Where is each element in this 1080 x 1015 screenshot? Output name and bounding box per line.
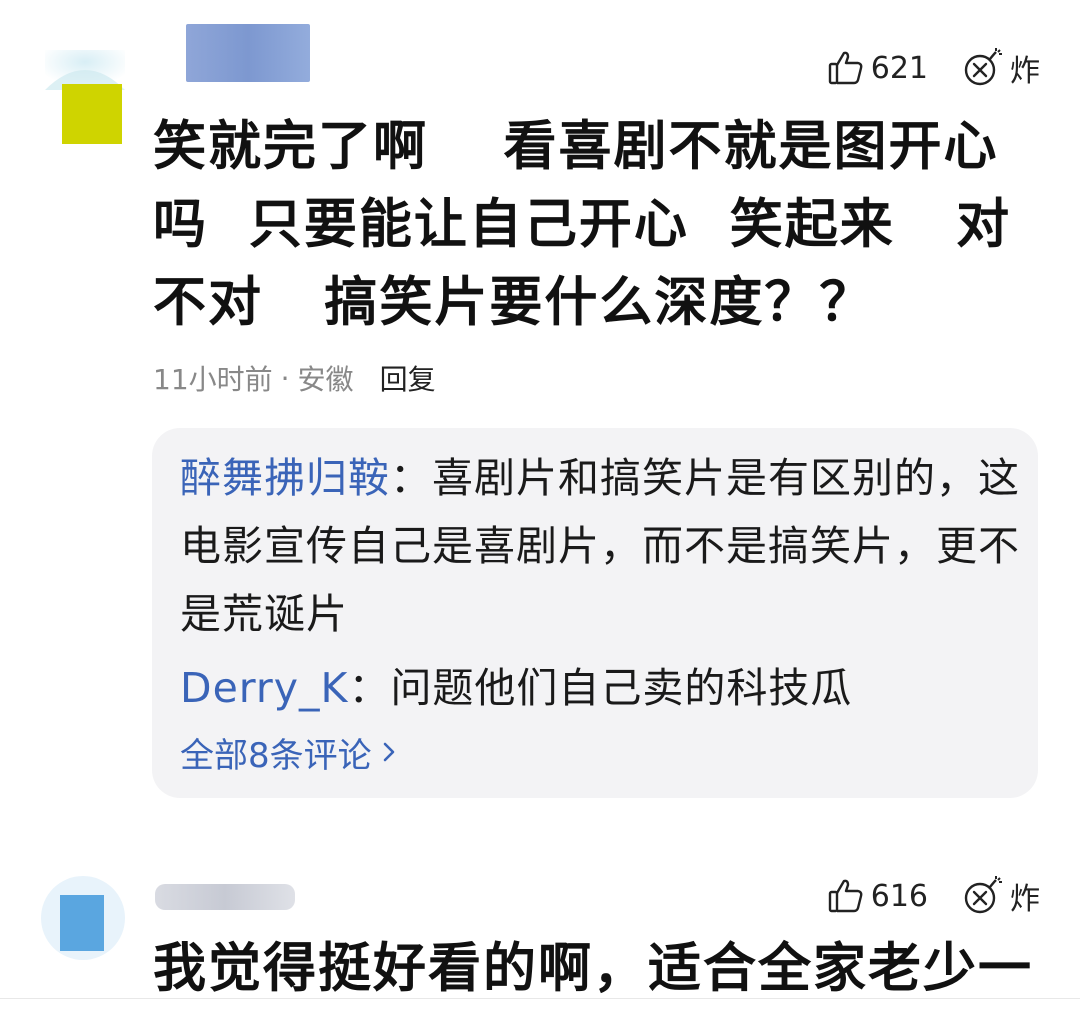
divider (0, 998, 1080, 999)
reply-colon: ： (348, 664, 391, 712)
username[interactable] (186, 24, 310, 82)
reply-colon: ： (390, 454, 432, 502)
bomb-icon (962, 48, 1004, 88)
reply-button[interactable]: 回复 (380, 358, 436, 398)
comment-time: 11小时前 (153, 363, 273, 396)
reply-text: 问题他们自己卖的科技瓜 (390, 664, 853, 712)
like-count: 621 (870, 50, 928, 86)
comment-location: 安徽 (297, 363, 354, 396)
bomb-icon (962, 876, 1004, 916)
comment-feed: 621 炸 笑就完了啊 看喜剧不就是图开心吗 只要能让自己开心 笑起来 对不对 … (0, 0, 1080, 1015)
bomb-label: 炸 (1010, 54, 1040, 89)
username[interactable] (155, 884, 295, 910)
comment-meta: 11小时前 · 安徽 回复 (153, 358, 436, 398)
like-button[interactable]: 616 (827, 877, 928, 915)
reply-preview-box[interactable]: 醉舞拂归鞍：喜剧片和搞笑片是有区别的，这电影宣传自己是喜剧片，而不是搞笑片，更不… (152, 428, 1038, 798)
bomb-button[interactable]: 炸 (962, 46, 1040, 90)
reply-item[interactable]: 醉舞拂归鞍：喜剧片和搞笑片是有区别的，这电影宣传自己是喜剧片，而不是搞笑片，更不… (180, 444, 1020, 648)
all-comments-link[interactable]: 全部8条评论 (180, 728, 396, 777)
chevron-right-icon (382, 733, 396, 773)
reply-author[interactable]: Derry_K (180, 664, 348, 712)
comment-actions: 621 炸 (827, 46, 1040, 90)
all-comments-label: 全部8条评论 (180, 736, 372, 776)
comment-text: 笑就完了啊 看喜剧不就是图开心吗 只要能让自己开心 笑起来 对不对 搞笑片要什么… (153, 116, 1012, 333)
bomb-button[interactable]: 炸 (962, 874, 1040, 918)
thumbs-up-icon (827, 49, 865, 87)
like-button[interactable]: 621 (827, 49, 928, 87)
avatar[interactable] (45, 50, 125, 144)
reply-author[interactable]: 醉舞拂归鞍 (180, 454, 390, 502)
bomb-label: 炸 (1010, 882, 1040, 917)
meta-separator: · (280, 361, 290, 395)
like-count: 616 (870, 878, 928, 914)
reply-item[interactable]: Derry_K：问题他们自己卖的科技瓜 (180, 654, 1020, 722)
comment-actions: 616 炸 (827, 874, 1040, 918)
thumbs-up-icon (827, 877, 865, 915)
avatar[interactable] (40, 875, 125, 965)
